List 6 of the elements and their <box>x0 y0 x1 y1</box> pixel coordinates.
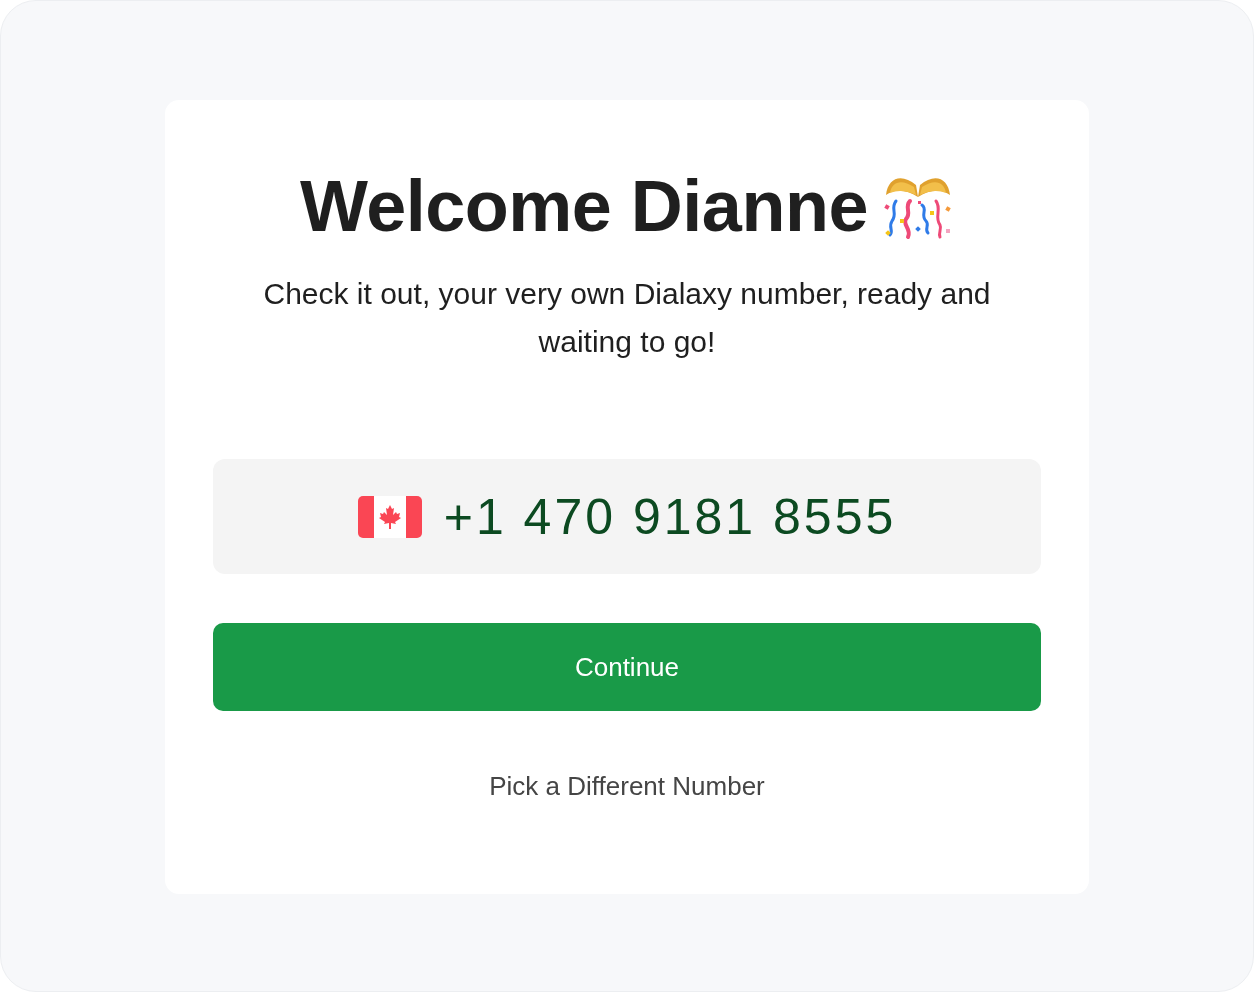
phone-number: +1 470 9181 8555 <box>443 491 897 542</box>
welcome-title: Welcome Dianne <box>300 170 868 242</box>
pick-different-number-link[interactable]: Pick a Different Number <box>489 767 765 806</box>
continue-button[interactable]: Continue <box>213 623 1041 711</box>
subtitle-text: Check it out, your very own Dialaxy number, ready and waiting to go! <box>262 276 992 360</box>
flag-icon <box>357 495 422 538</box>
